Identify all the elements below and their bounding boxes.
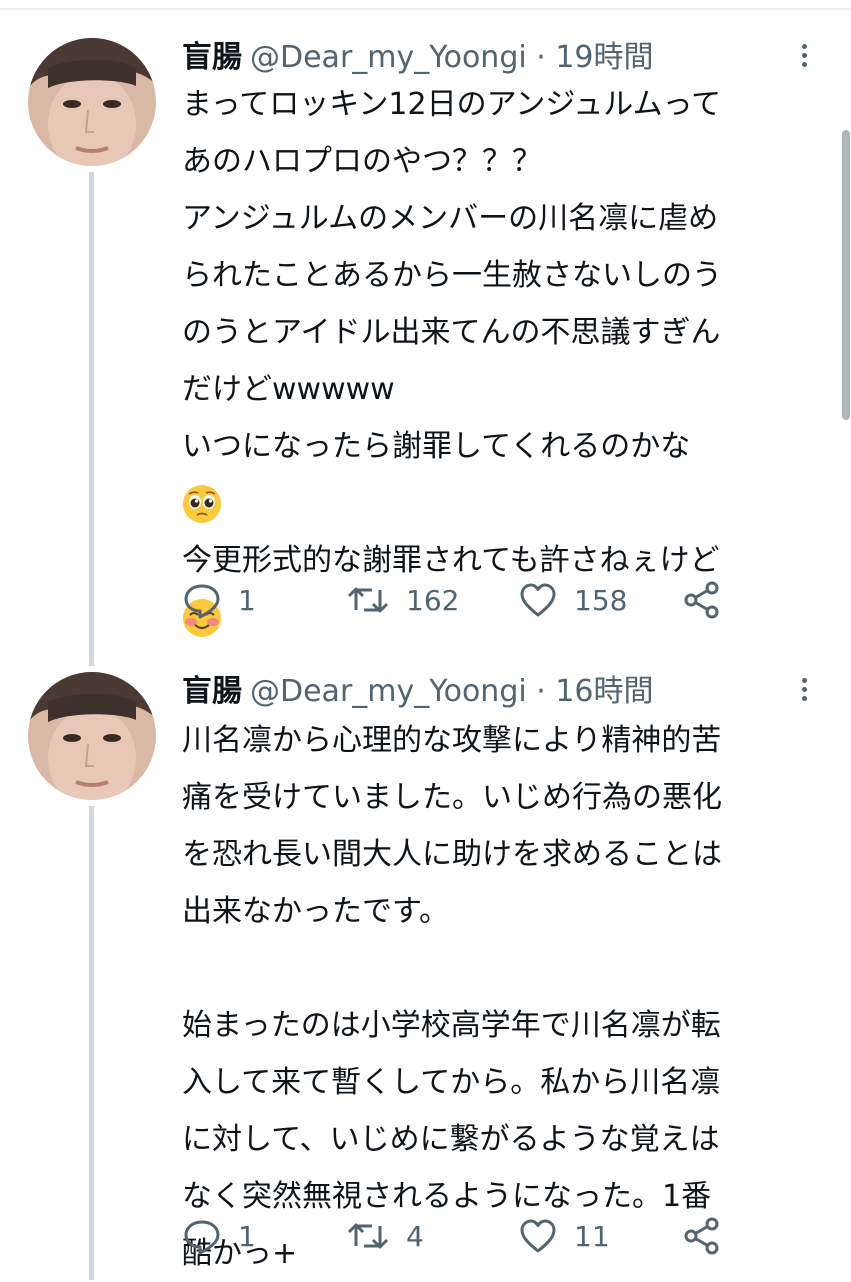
like-button[interactable]: 158 [518,578,627,622]
retweet-icon [347,587,389,613]
pleading-face-icon [183,484,221,523]
reply-icon [184,584,220,619]
timestamp[interactable]: 19時間 [555,40,653,75]
more-icon[interactable] [794,674,814,714]
share-icon [684,1217,719,1255]
like-icon [520,1219,556,1253]
tweet-text: まってロッキン12日のアンジュルムって あのハロプロのやつ？？？ アンジュルムの… [182,76,832,646]
top-divider [0,8,851,10]
display-name[interactable]: 盲腸 [182,674,242,709]
retweet-count: 4 [406,1219,424,1253]
reply-count: 1 [238,583,256,617]
reply-button[interactable]: 1 [182,1214,256,1258]
text-line: だけどwwwww [182,372,395,407]
thread-line [89,806,94,1280]
like-icon [520,583,556,617]
action-bar: 1 162 158 [182,578,802,622]
text-line: られたことあるから一生赦さないしのう [182,258,722,293]
share-button[interactable] [682,1214,722,1258]
text-line [182,940,832,997]
reply-button[interactable]: 1 [182,578,256,622]
username[interactable]: @Dear_my_Yoongi [250,674,527,709]
text-line: 出来なかったです。 [182,894,449,929]
like-button[interactable]: 11 [518,1214,610,1258]
username[interactable]: @Dear_my_Yoongi [250,40,527,75]
text-line: あのハロプロのやつ？？？ [182,144,542,179]
display-name[interactable]: 盲腸 [182,40,242,75]
like-count: 158 [574,583,628,617]
text-line: を恐れ長い間大人に助けを求めることは [182,837,722,872]
separator: · [536,674,546,709]
emoji-line [182,475,832,532]
retweet-count: 162 [406,583,460,617]
scrollbar[interactable] [842,130,850,420]
text-line: 始まったのは小学校高学年で川名凛が転 [182,1008,721,1043]
reply-count: 1 [238,1219,256,1253]
avatar[interactable] [28,38,156,166]
tweet-header: 盲腸 @Dear_my_Yoongi · 19時間 [182,38,654,78]
retweet-button[interactable]: 4 [346,1214,424,1258]
text-line: 川名凛から心理的な攻撃により精神的苦 [182,723,722,758]
text-line: のうとアイドル出来てんの不思議すぎん [182,315,721,350]
like-count: 11 [574,1219,610,1253]
text-line: に対して、いじめに繋がるような覚えは [182,1122,720,1157]
retweet-icon [347,1223,389,1249]
tweet-text: 川名凛から心理的な攻撃により精神的苦 痛を受けていました。いじめ行為の悪化 を恐… [182,712,832,1282]
text-line: まってロッキン12日のアンジュルムって [182,87,722,122]
share-button[interactable] [682,578,722,622]
separator: · [536,40,546,75]
text-line: 入して来て暫くしてから。私から川名凛 [182,1065,721,1100]
tweet-header: 盲腸 @Dear_my_Yoongi · 16時間 [182,672,654,712]
retweet-button[interactable]: 162 [346,578,459,622]
avatar[interactable] [28,672,156,800]
text-line: 痛を受けていました。いじめ行為の悪化 [182,780,722,815]
action-bar: 1 4 11 [182,1214,802,1258]
text-line: いつになったら謝罪してくれるのかな [182,429,691,464]
timestamp[interactable]: 16時間 [555,674,653,709]
more-icon[interactable] [794,40,814,80]
text-line: アンジュルムのメンバーの川名凛に虐め [182,201,719,236]
reply-icon [184,1220,220,1255]
thread-line [89,172,94,666]
share-icon [684,581,719,619]
